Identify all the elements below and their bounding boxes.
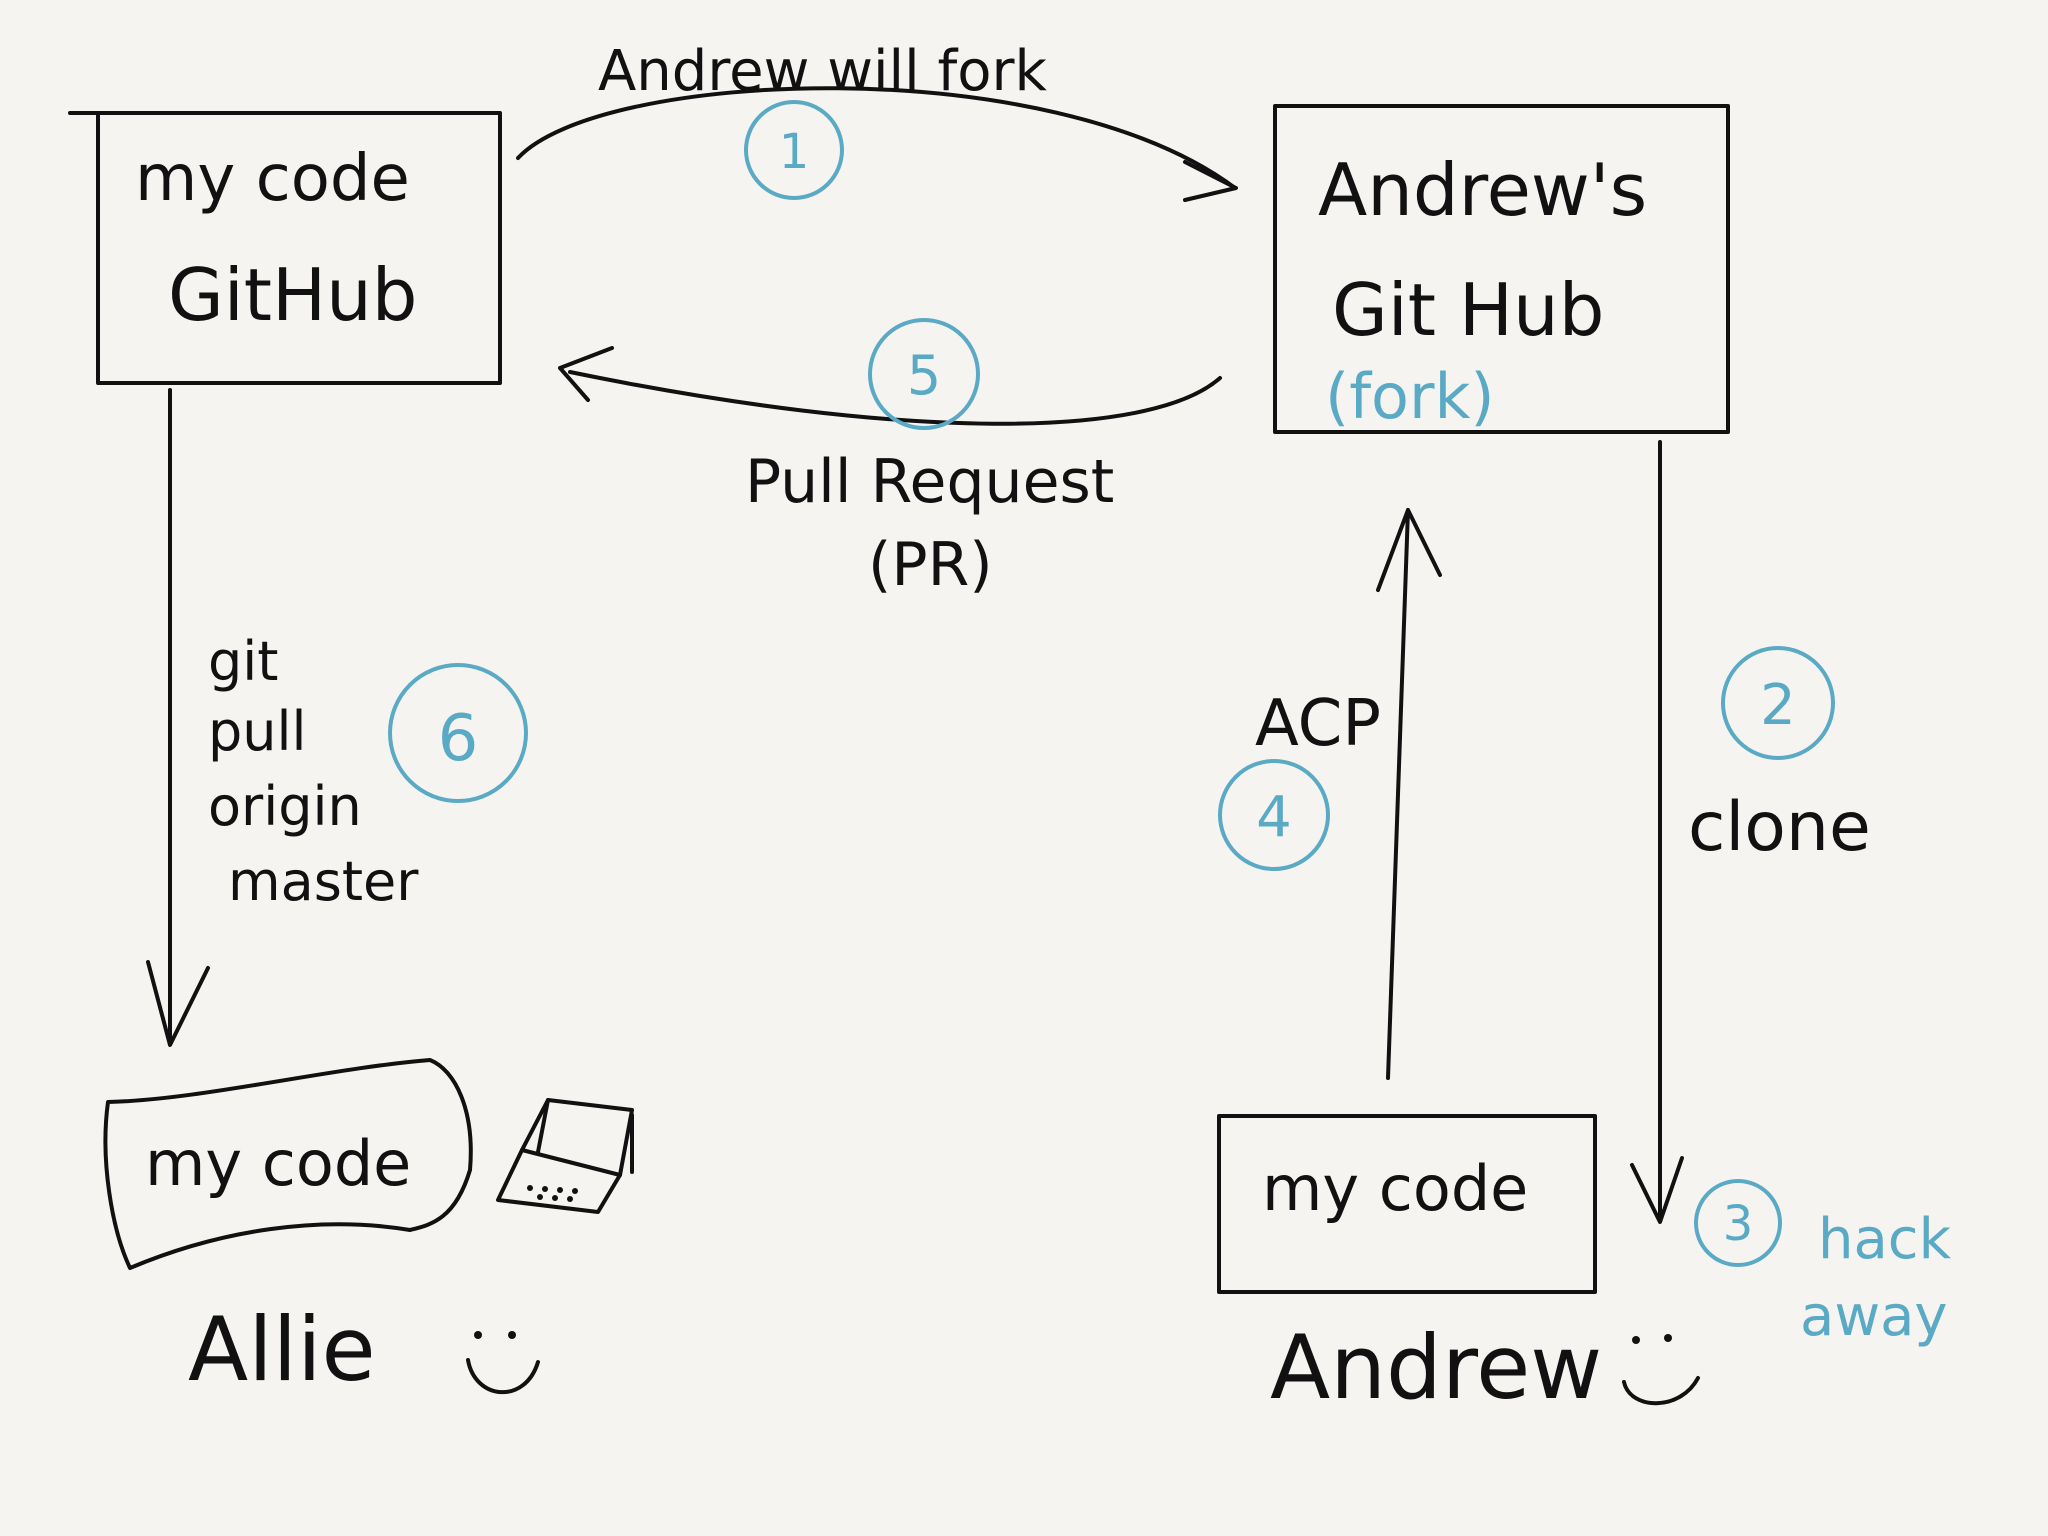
acp-label: ACP — [1255, 687, 1381, 761]
fork-arrow-label: Andrew will fork — [598, 39, 1047, 104]
pull-request-arrow: 5 Pull Request (PR) — [558, 318, 1222, 600]
git-pull-line3: origin — [208, 775, 362, 838]
allie-github-line1: my code — [135, 142, 410, 216]
git-pull-line4: master — [228, 850, 419, 913]
step-1-number: 1 — [779, 124, 810, 180]
allie-github-line2: GitHub — [168, 253, 418, 337]
hack-away-note: 3 hack away — [1694, 1179, 1952, 1349]
git-pull-line2: pull — [208, 700, 307, 763]
git-pull-arrow: git pull origin master 6 — [146, 388, 528, 1047]
git-pull-line1: git — [208, 630, 278, 693]
step-2-number: 2 — [1760, 673, 1796, 738]
workflow-diagram: my code GitHub Andrew's Git Hub (fork) A… — [68, 39, 1952, 1419]
andrew-name: Andrew — [1270, 1316, 1602, 1419]
laptop-icon — [496, 1098, 634, 1214]
clone-arrow: 2 clone — [1630, 440, 1871, 1224]
smiley-icon — [1622, 1334, 1700, 1406]
allie-name: Allie — [188, 1298, 376, 1401]
hack-away-line2: away — [1800, 1284, 1948, 1349]
step-3-number: 3 — [1723, 1196, 1754, 1252]
fork-arrow: Andrew will fork 1 — [516, 39, 1238, 202]
andrew-github-line1: Andrew's — [1318, 148, 1647, 232]
smiley-icon — [466, 1331, 540, 1395]
allie-local-label: my code — [145, 1127, 411, 1200]
andrew-github-line2: Git Hub — [1332, 268, 1604, 352]
acp-arrow: ACP 4 — [1218, 508, 1442, 1080]
andrew-person: Andrew — [1270, 1316, 1700, 1419]
andrew-local-code: my code — [1217, 1114, 1597, 1294]
allie-local-code: my code — [103, 1058, 473, 1270]
allie-person: Allie — [188, 1298, 540, 1401]
pull-request-abbrev: (PR) — [868, 530, 993, 600]
step-4-number: 4 — [1256, 785, 1292, 850]
step-6-number: 6 — [438, 702, 479, 776]
hack-away-line1: hack — [1818, 1207, 1952, 1272]
step-5-number: 5 — [907, 344, 941, 407]
clone-label: clone — [1688, 788, 1871, 867]
fork-note: (fork) — [1325, 360, 1495, 433]
pull-request-label: Pull Request — [745, 447, 1114, 517]
andrew-github-box: Andrew's Git Hub (fork) — [1273, 104, 1730, 434]
allie-github-box: my code GitHub — [68, 111, 502, 385]
andrew-local-label: my code — [1262, 1152, 1528, 1225]
